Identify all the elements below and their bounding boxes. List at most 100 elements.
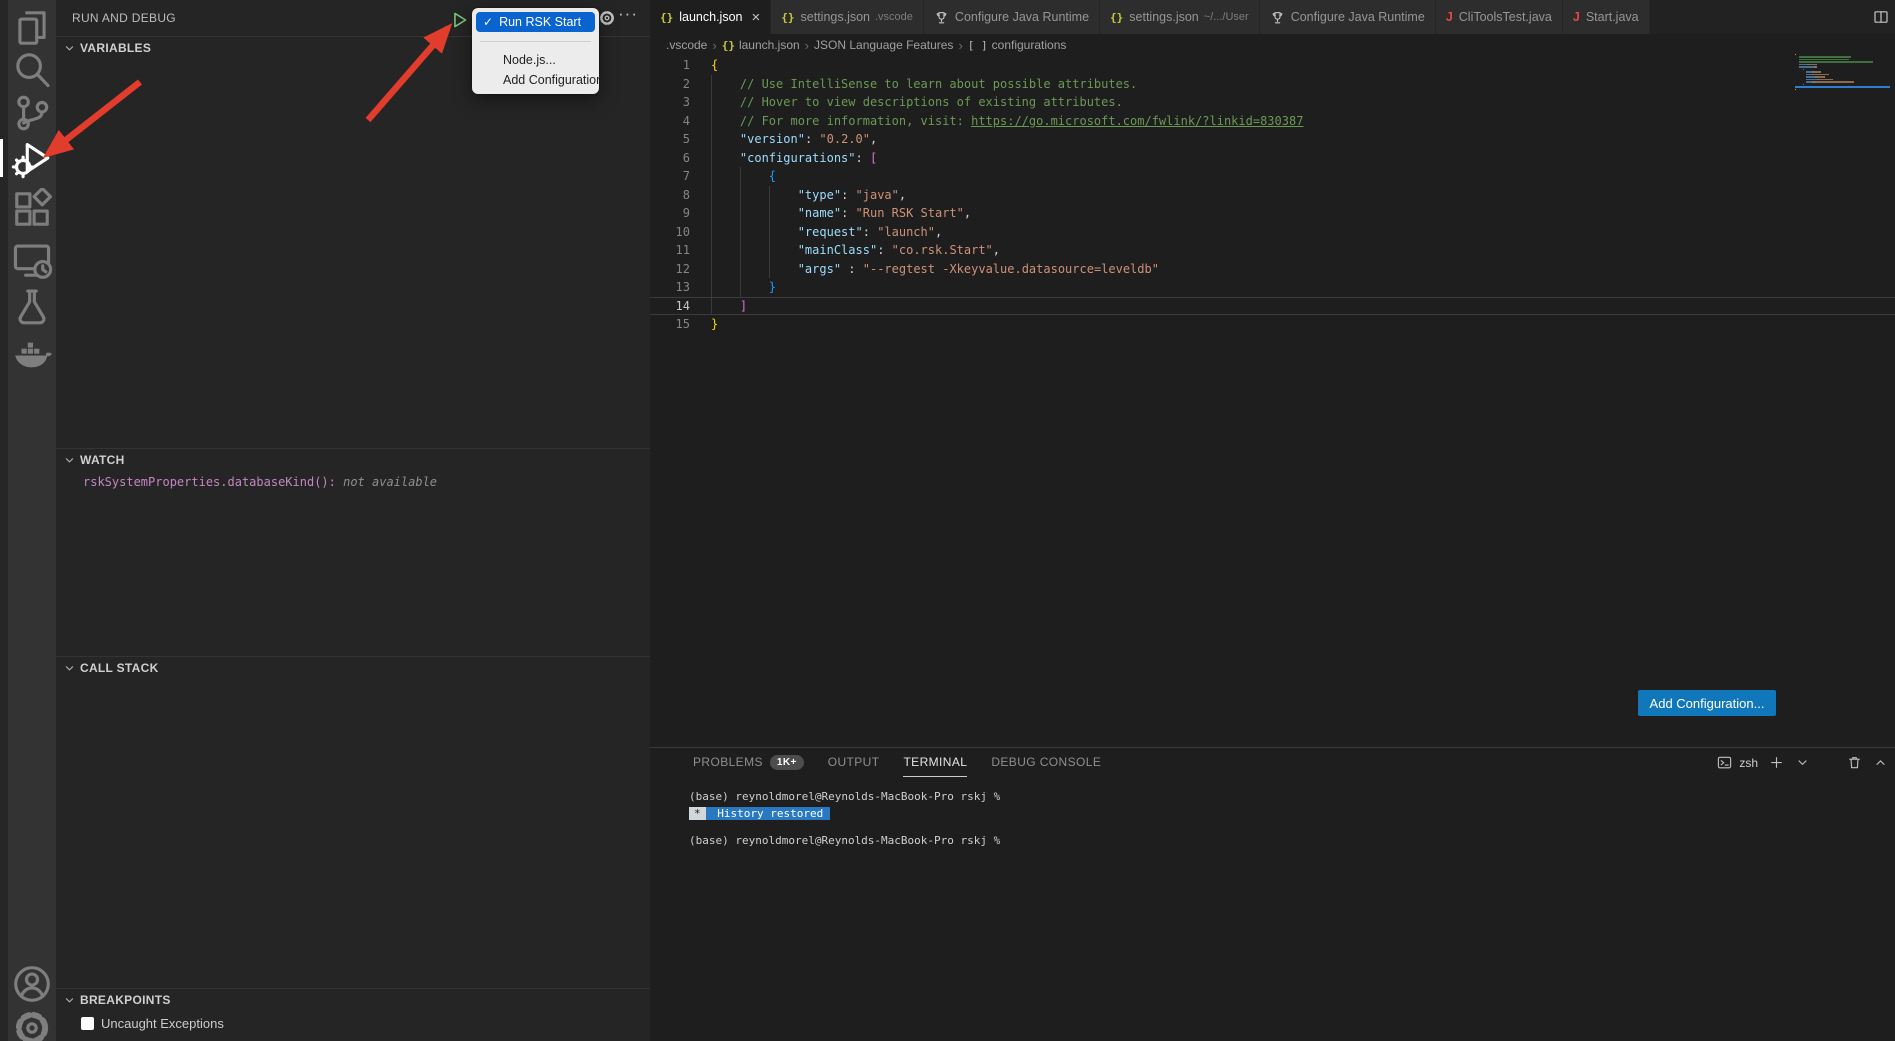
gear-icon[interactable]: [598, 9, 616, 27]
tab-launch-json[interactable]: {}launch.json×: [650, 0, 771, 34]
tab-settings-json[interactable]: {}settings.json~/.../User: [1100, 0, 1260, 34]
panel-tab-problems[interactable]: PROBLEMS 1K+: [693, 748, 804, 777]
chevron-down-icon: [64, 455, 75, 466]
breadcrumb-item-launch-json[interactable]: {}launch.json: [722, 38, 800, 52]
menu-item-node-js[interactable]: Node.js...: [476, 50, 595, 70]
line-text: }: [711, 278, 1895, 297]
menu-item-label: Run RSK Start: [499, 15, 581, 29]
breadcrumb-item-json-language-features[interactable]: JSON Language Features: [814, 38, 953, 52]
watch-section-header[interactable]: WATCH: [56, 449, 650, 471]
token: [711, 280, 769, 294]
search-icon[interactable]: [8, 48, 56, 90]
token: [711, 299, 740, 313]
watch-expression-row[interactable]: rskSystemProperties.databaseKind(): not …: [83, 475, 650, 489]
tab-detail: .vscode: [875, 11, 913, 23]
accounts-icon[interactable]: [8, 963, 56, 1005]
token: ,: [993, 243, 1000, 257]
remote-explorer-icon[interactable]: [8, 239, 56, 281]
tab-configure-java-runtime[interactable]: Configure Java Runtime: [1260, 0, 1436, 34]
panel-tab-output[interactable]: OUTPUT: [828, 748, 880, 777]
close-icon[interactable]: ×: [752, 9, 761, 26]
menu-item-add-configuration[interactable]: Add Configuration...: [476, 70, 595, 90]
panel-tabs: PROBLEMS 1K+ OUTPUT TERMINAL DEBUG CONSOLE: [693, 748, 1101, 777]
code-line-9: 9 "name": "Run RSK Start",: [650, 204, 1895, 223]
breadcrumb-label: .vscode: [666, 38, 707, 52]
line-text: {: [711, 167, 1895, 186]
java-icon: J: [1446, 10, 1453, 24]
code-line-2: 2 // Use IntelliSense to learn about pos…: [650, 75, 1895, 94]
json-icon: {}: [722, 39, 735, 52]
start-debug-play-icon[interactable]: [451, 11, 469, 29]
breakpoints-section-header[interactable]: BREAKPOINTS: [56, 989, 650, 1011]
editor-tab-bar: {}launch.json×{}settings.json.vscodeConf…: [650, 0, 1895, 34]
line-number: 15: [650, 315, 690, 334]
breadcrumb-separator: ›: [958, 38, 962, 53]
source-control-icon[interactable]: [8, 92, 56, 134]
token: // Use IntelliSense to learn about possi…: [740, 77, 1137, 91]
explorer-icon[interactable]: [8, 7, 56, 49]
tab-start-java[interactable]: JStart.java: [1563, 0, 1650, 34]
problems-badge: 1K+: [770, 755, 804, 770]
add-icon[interactable]: [1769, 755, 1784, 770]
json-icon: {}: [1110, 11, 1123, 24]
split-editor-icon[interactable]: [1873, 9, 1889, 25]
token: :: [841, 188, 855, 202]
testing-icon[interactable]: [8, 285, 56, 327]
line-number: 12: [650, 260, 690, 279]
checkbox[interactable]: [81, 1017, 94, 1030]
token: // For more information, visit:: [740, 114, 971, 128]
tab-detail: ~/.../User: [1204, 11, 1249, 23]
variables-label: VARIABLES: [80, 41, 151, 55]
tab-configure-java-runtime[interactable]: Configure Java Runtime: [924, 0, 1100, 34]
token: }: [769, 280, 776, 294]
extensions-icon[interactable]: [8, 188, 56, 230]
token: ,: [935, 225, 942, 239]
chevron-down-icon[interactable]: [1795, 755, 1810, 770]
chevron-down-icon: [64, 995, 75, 1006]
breadcrumb-item-configurations[interactable]: [ ]configurations: [968, 38, 1067, 52]
breadcrumb-label: JSON Language Features: [814, 38, 953, 52]
activity-bar: [0, 0, 56, 1041]
run-and-debug-icon[interactable]: [8, 137, 56, 179]
split-pane-icon[interactable]: [1821, 755, 1836, 770]
token: [711, 151, 740, 165]
minimap[interactable]: [1795, 53, 1890, 97]
code-editor[interactable]: 1{2 // Use IntelliSense to learn about p…: [650, 56, 1895, 334]
more-actions-icon[interactable]: ···: [618, 4, 638, 24]
add-configuration-button[interactable]: Add Configuration...: [1638, 690, 1776, 716]
call-stack-section: CALL STACK: [56, 656, 650, 679]
uncaught-exceptions-row[interactable]: Uncaught Exceptions: [81, 1016, 650, 1031]
tab-label: settings.json: [801, 10, 870, 24]
call-stack-section-header[interactable]: CALL STACK: [56, 657, 650, 679]
terminal-line: * History restored: [689, 805, 1895, 822]
line-number: 6: [650, 149, 690, 168]
trash-icon[interactable]: [1847, 755, 1862, 770]
panel-tab-debug-console[interactable]: DEBUG CONSOLE: [991, 748, 1101, 777]
watch-value: not available: [343, 475, 437, 489]
chevron-down-icon: [64, 663, 75, 674]
panel-actions: zsh: [1717, 755, 1888, 770]
panel-tab-label: PROBLEMS: [693, 755, 763, 769]
tab-settings-json[interactable]: {}settings.json.vscode: [771, 0, 924, 34]
terminal[interactable]: (base) reynoldmorel@Reynolds-MacBook-Pro…: [650, 777, 1895, 849]
docker-icon[interactable]: [8, 329, 56, 371]
array-icon: [ ]: [968, 39, 988, 52]
terminal-icon[interactable]: [1717, 755, 1732, 770]
token: :: [863, 225, 877, 239]
tab-clitoolstest-java[interactable]: JCliToolsTest.java: [1436, 0, 1563, 34]
panel-tab-terminal[interactable]: TERMINAL: [903, 748, 967, 777]
token: "java": [856, 188, 899, 202]
token: "--regtest -Xkeyvalue.datasource=leveldb…: [863, 262, 1159, 276]
json-icon: {}: [660, 11, 673, 24]
terminal-line: (base) reynoldmorel@Reynolds-MacBook-Pro…: [689, 832, 1895, 849]
menu-item-label: Add Configuration...: [503, 73, 614, 87]
chevron-up-icon[interactable]: [1873, 755, 1888, 770]
manage-icon[interactable]: [8, 1007, 56, 1041]
code-line-14: 14 ]: [650, 297, 1895, 316]
call-stack-label: CALL STACK: [80, 661, 159, 675]
breadcrumb-item-vscode[interactable]: .vscode: [666, 38, 707, 52]
java-runtime-icon: [1270, 10, 1285, 25]
tab-label: Configure Java Runtime: [955, 10, 1089, 24]
line-text: "request": "launch",: [711, 223, 1895, 242]
menu-item-run-rsk-start[interactable]: ✓Run RSK Start: [476, 12, 595, 32]
